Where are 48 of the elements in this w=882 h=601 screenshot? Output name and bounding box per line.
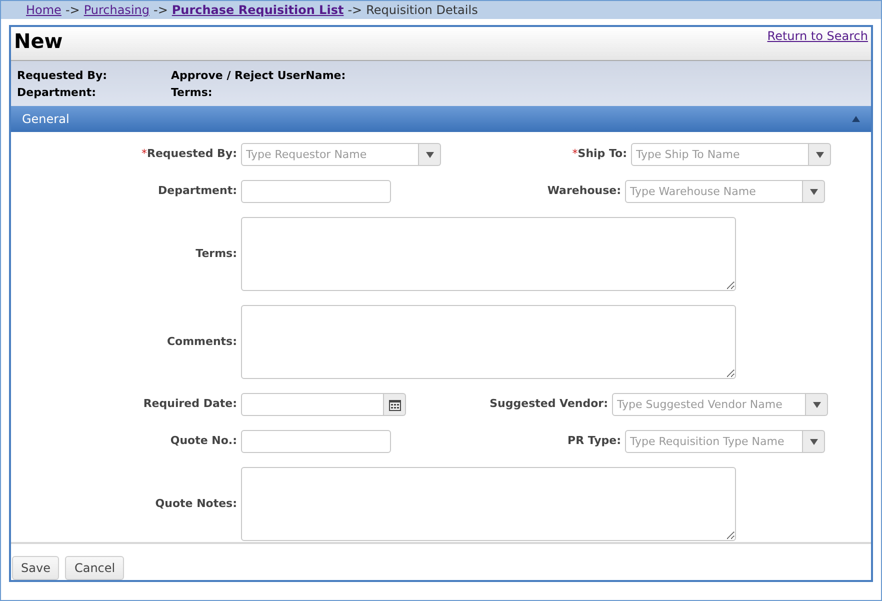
section-header[interactable]: General bbox=[11, 106, 871, 132]
breadcrumb-link[interactable]: Purchase Requisition List bbox=[172, 1, 344, 19]
text-field[interactable] bbox=[241, 430, 391, 453]
collapse-icon bbox=[852, 116, 860, 122]
dropdown-caret-icon bbox=[812, 402, 820, 408]
summary-label: Requested By: bbox=[17, 68, 108, 84]
breadcrumb-separator: -> bbox=[348, 2, 362, 19]
field-label: Suggested Vendor: bbox=[490, 396, 608, 412]
dropdown-caret-icon bbox=[810, 188, 818, 194]
field-label: *Ship To: bbox=[572, 146, 627, 162]
calendar-button[interactable] bbox=[384, 393, 406, 416]
field-label: Terms: bbox=[196, 246, 237, 262]
field-label: Department: bbox=[158, 183, 237, 200]
dropdown-button[interactable] bbox=[809, 143, 831, 166]
breadcrumb-link[interactable]: Home bbox=[26, 1, 62, 19]
breadcrumb-link[interactable]: Purchasing bbox=[84, 1, 150, 19]
combo-field[interactable]: Type Requestor Name bbox=[241, 143, 419, 166]
summary-label: Department: bbox=[17, 85, 97, 102]
field-label: PR Type: bbox=[568, 433, 621, 450]
form-button[interactable]: Cancel bbox=[65, 556, 124, 580]
calendar-icon bbox=[388, 398, 400, 410]
return-to-search-link[interactable]: Return to Search bbox=[767, 27, 868, 45]
dropdown-caret-icon bbox=[810, 438, 818, 444]
field-label: Comments: bbox=[166, 334, 237, 350]
summary-label: Terms: bbox=[171, 85, 212, 102]
field-label: Quote Notes: bbox=[155, 496, 237, 512]
dropdown-button[interactable] bbox=[806, 393, 828, 416]
combo-field[interactable]: Type Suggested Vendor Name bbox=[612, 393, 806, 416]
breadcrumb-current: Requisition Details bbox=[366, 2, 478, 19]
field-label: Warehouse: bbox=[547, 183, 621, 200]
combo-field[interactable]: Type Warehouse Name bbox=[625, 180, 803, 203]
breadcrumb-separator: -> bbox=[154, 2, 168, 19]
field-label: *Requested By: bbox=[141, 146, 237, 162]
dropdown-button[interactable] bbox=[419, 143, 441, 166]
date-field[interactable] bbox=[241, 393, 384, 416]
summary-label: Approve / Reject UserName: bbox=[171, 68, 346, 84]
dropdown-caret-icon bbox=[816, 152, 824, 158]
dropdown-button[interactable] bbox=[803, 180, 825, 203]
page-title: New bbox=[14, 28, 63, 55]
field-label: Quote No.: bbox=[170, 433, 237, 450]
dropdown-button[interactable] bbox=[803, 430, 825, 453]
combo-field[interactable]: Type Ship To Name bbox=[631, 143, 809, 166]
text-field[interactable] bbox=[241, 180, 391, 203]
combo-field[interactable]: Type Requisition Type Name bbox=[625, 430, 803, 453]
breadcrumb-separator: -> bbox=[65, 2, 80, 19]
field-label: Required Date: bbox=[143, 396, 237, 412]
dropdown-caret-icon bbox=[426, 152, 434, 158]
form-button[interactable]: Save bbox=[12, 556, 60, 580]
